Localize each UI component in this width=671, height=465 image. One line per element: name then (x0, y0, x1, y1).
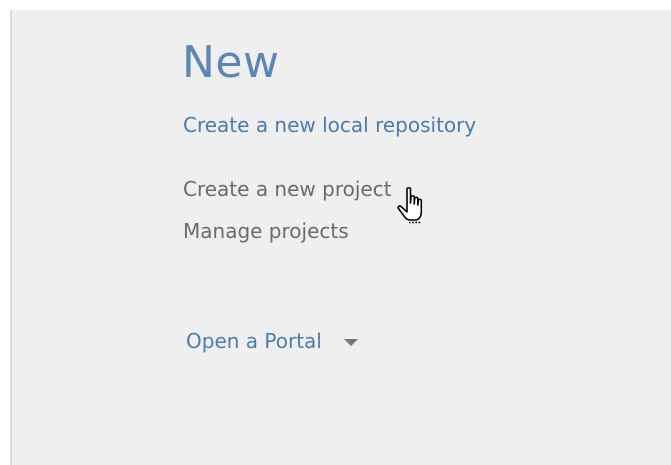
window: New Create a new local repository Create… (0, 0, 671, 465)
create-local-repository-link[interactable]: Create a new local repository (183, 112, 476, 138)
open-portal-label: Open a Portal (186, 329, 322, 353)
hand-pointer-icon (397, 187, 423, 224)
page-title: New (182, 37, 280, 88)
open-portal-dropdown[interactable]: Open a Portal (186, 326, 358, 356)
start-panel: New Create a new local repository Create… (10, 10, 671, 465)
create-new-project-link[interactable]: Create a new project (183, 176, 392, 202)
manage-projects-link[interactable]: Manage projects (183, 218, 349, 244)
chevron-down-icon[interactable] (343, 339, 358, 346)
